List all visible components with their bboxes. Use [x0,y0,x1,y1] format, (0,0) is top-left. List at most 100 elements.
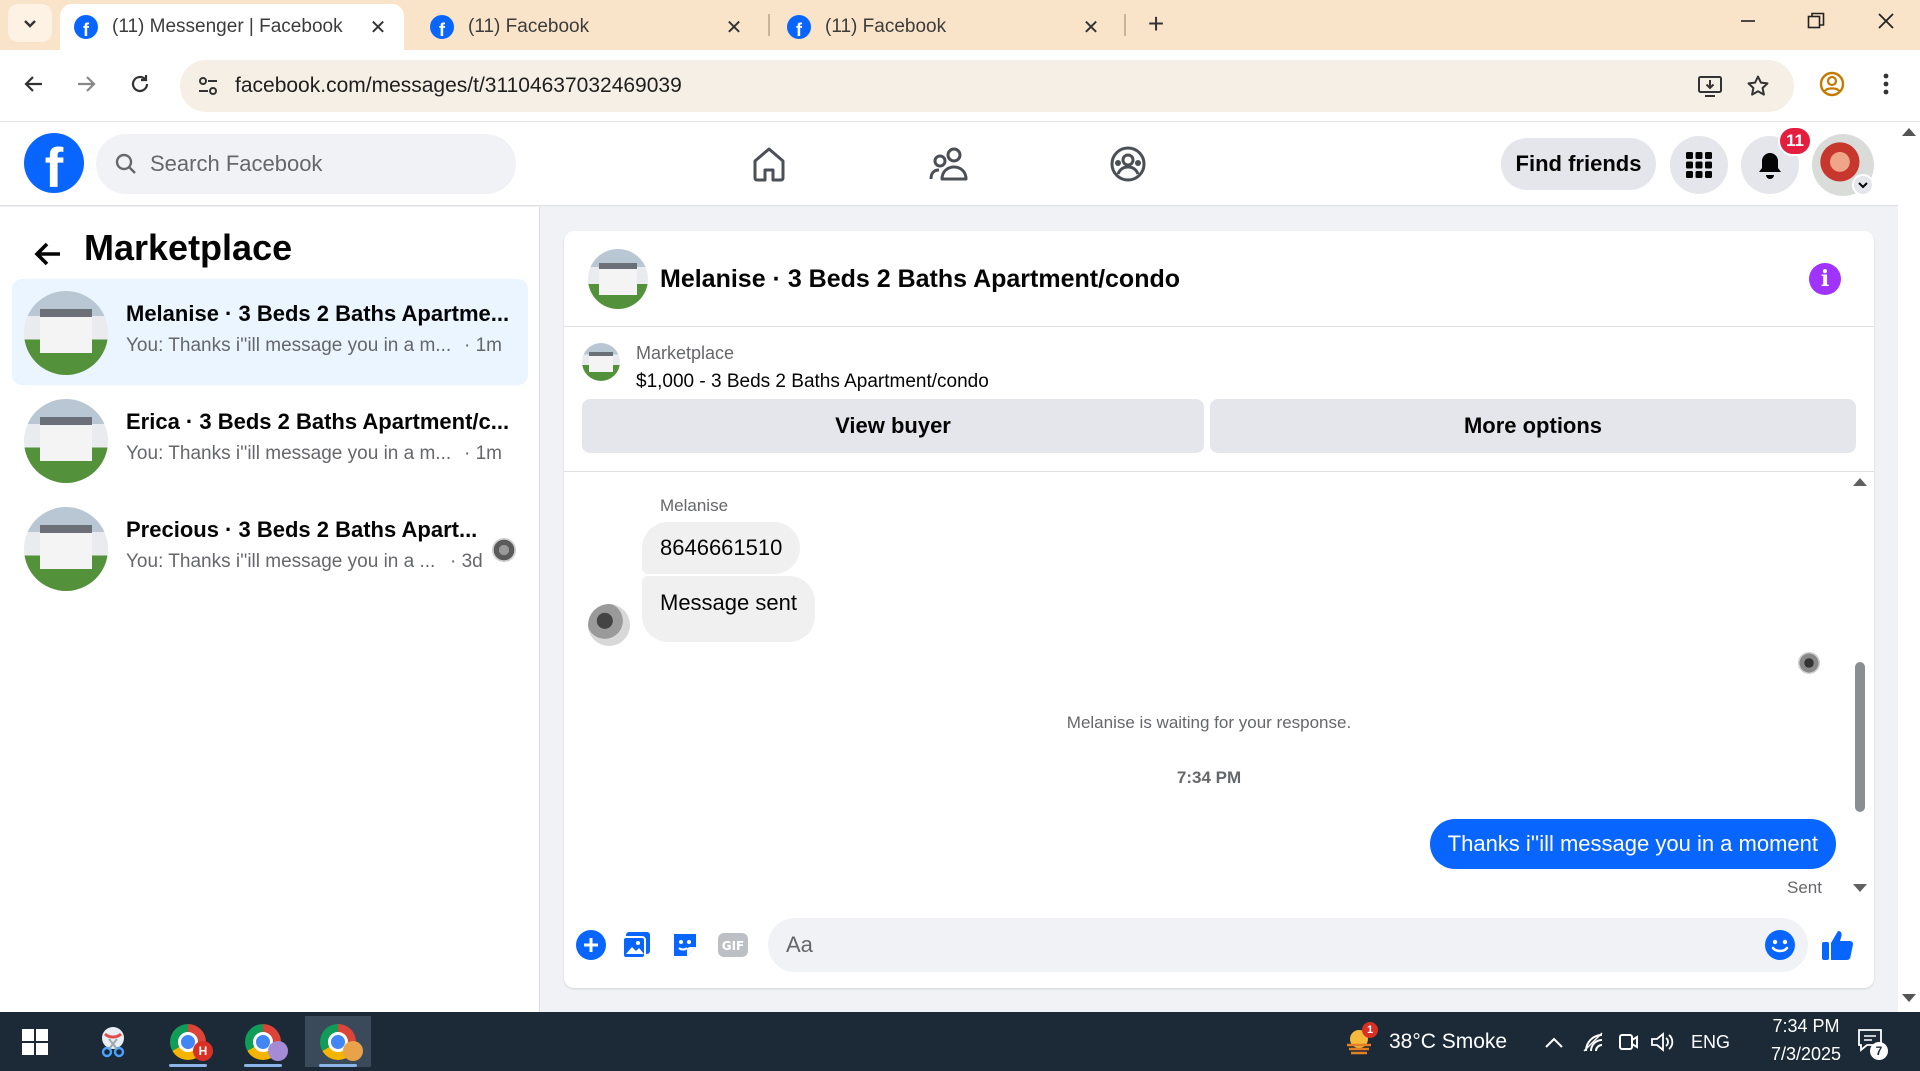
emoji-icon[interactable] [1764,929,1796,961]
facebook-logo-icon[interactable]: f [24,133,84,193]
arrow-right-icon [78,76,96,92]
scroll-down-arrow-icon[interactable] [1853,884,1867,892]
taskbar-snipping-tool[interactable] [80,1016,146,1067]
close-window-button[interactable] [1852,0,1920,42]
tab-search-button[interactable] [8,4,52,42]
conversation-item[interactable]: Melanise · 3 Beds 2 Baths Apartme... You… [12,279,528,385]
more-options-button[interactable]: More options [1210,399,1856,453]
taskbar-chrome-profile-3[interactable] [305,1016,371,1067]
listing-title[interactable]: $1,000 - 3 Beds 2 Baths Apartment/condo [636,371,989,393]
reload-icon [131,75,149,93]
chrome-profile-button[interactable] [1810,62,1854,106]
nav-friends-button[interactable] [925,140,973,188]
facebook-header: f Search Facebook Find friends 11 [0,122,1898,206]
gif-icon[interactable]: GIF [716,928,750,962]
facebook-favicon-icon: f [430,15,454,39]
nav-groups-button[interactable] [1104,140,1152,188]
incoming-message[interactable]: 8646661510 [642,522,801,574]
page-scrollbar[interactable] [1898,122,1920,1012]
scroll-up-arrow-icon[interactable] [1853,478,1867,486]
scroll-thumb[interactable] [1855,662,1865,812]
install-app-icon[interactable] [1694,70,1726,102]
forward-button[interactable] [64,62,108,106]
sender-avatar[interactable] [588,604,630,646]
chrome-profile-badge: H [193,1041,213,1061]
svg-text:GIF: GIF [722,939,745,953]
sender-name: Melanise [660,496,729,515]
input-language[interactable]: ENG [1691,1032,1730,1053]
message-input[interactable] [768,918,1808,972]
tab-close-icon[interactable]: ✕ [1079,15,1103,40]
account-caret-icon[interactable] [1852,174,1874,196]
message-thread: Melanise 8646661510 Message sent Melanis… [564,472,1874,902]
marketplace-listing-card: Marketplace $1,000 - 3 Beds 2 Baths Apar… [564,327,1874,472]
reload-button[interactable] [118,62,162,106]
waiting-note: Melanise is waiting for your response. [1066,713,1352,732]
tab-close-icon[interactable]: ✕ [366,15,390,40]
sidebar-back-button[interactable] [26,232,70,276]
tab-facebook-2[interactable]: f (11) Facebook ✕ [773,4,1117,50]
taskbar-running-indicator [319,1064,357,1067]
outgoing-message[interactable]: Thanks i''ill message you in a moment [1429,819,1836,869]
site-info-icon[interactable] [192,70,224,102]
find-friends-button[interactable]: Find friends [1501,138,1656,190]
windows-logo-icon [22,1028,48,1055]
taskbar-chrome-profile-h[interactable]: H [155,1016,221,1067]
chevron-down-icon [24,20,36,28]
tab-separator [1124,14,1126,36]
restore-button[interactable] [1782,0,1850,42]
wifi-icon[interactable] [1580,1028,1608,1056]
scroll-down-arrow-icon[interactable] [1902,994,1916,1004]
chrome-menu-button[interactable] [1864,62,1908,106]
read-receipt-avatar [1798,652,1820,674]
friends-icon [929,147,968,181]
tab-title: (11) Facebook [825,16,947,37]
thumbs-up-icon[interactable] [1818,928,1858,962]
taskbar-running-indicator [169,1064,207,1067]
tab-messenger[interactable]: f (11) Messenger | Facebook ✕ [60,4,404,50]
conversation-name: Melanise · 3 Beds 2 Baths Apartme... [126,301,510,326]
address-bar[interactable]: facebook.com/messages/t/3110463703246903… [180,60,1794,112]
volume-icon[interactable] [1648,1028,1676,1056]
incoming-message[interactable]: Message sent [642,576,815,642]
thread-scrollbar[interactable] [1850,472,1870,902]
minimize-button[interactable] [1714,0,1782,42]
start-button[interactable] [2,1016,68,1067]
bookmark-star-icon[interactable] [1742,70,1774,102]
clock-date[interactable]: 7/3/2025 [1750,1044,1862,1065]
tab-close-icon[interactable]: ✕ [722,15,746,40]
arrow-left-icon [34,242,60,266]
show-hidden-icons-chevron-up-icon[interactable] [1540,1028,1568,1056]
listing-thumbnail [24,291,108,375]
clock-time[interactable]: 7:34 PM [1750,1016,1862,1037]
chrome-profile-badge-icon [268,1041,288,1061]
tab-facebook-1[interactable]: f (11) Facebook ✕ [416,4,760,50]
plus-actions-icon[interactable] [574,928,608,962]
search-placeholder: Search Facebook [150,151,323,176]
conversation-item[interactable]: Precious · 3 Beds 2 Baths Apart... You: … [12,495,528,601]
photo-attach-icon[interactable] [620,928,654,962]
view-buyer-button[interactable]: View buyer [582,399,1204,453]
menu-button[interactable] [1670,136,1728,194]
scroll-up-arrow-icon[interactable] [1902,126,1916,136]
chat-listing-avatar[interactable] [588,249,648,309]
conversation-time: · 3d [450,551,483,572]
back-button[interactable] [12,62,56,106]
sticker-icon[interactable] [668,928,702,962]
meet-now-icon[interactable] [1614,1028,1642,1056]
info-icon[interactable]: i [1809,263,1841,295]
url-text[interactable]: facebook.com/messages/t/3110463703246903… [235,74,682,98]
nav-home-button[interactable] [745,140,793,188]
conversation-item[interactable]: Erica · 3 Beds 2 Baths Apartment/c... Yo… [12,387,528,493]
weather-alert-badge: 1 [1362,1022,1378,1038]
chat-title[interactable]: Melanise · 3 Beds 2 Baths Apartment/cond… [660,265,1180,294]
taskbar-chrome-profile-2[interactable] [230,1016,296,1067]
notification-badge: 11 [1778,126,1812,156]
browser-toolbar: facebook.com/messages/t/3110463703246903… [0,50,1920,122]
new-tab-button[interactable]: + [1138,6,1174,42]
weather-text[interactable]: 38°C Smoke [1389,1030,1507,1054]
facebook-search-box[interactable]: Search Facebook [96,134,516,194]
listing-thumbnail[interactable] [582,343,620,381]
conversation-sidebar: Marketplace Melanise · 3 Beds 2 Baths Ap… [0,207,540,1012]
message-composer: GIF [564,902,1874,988]
